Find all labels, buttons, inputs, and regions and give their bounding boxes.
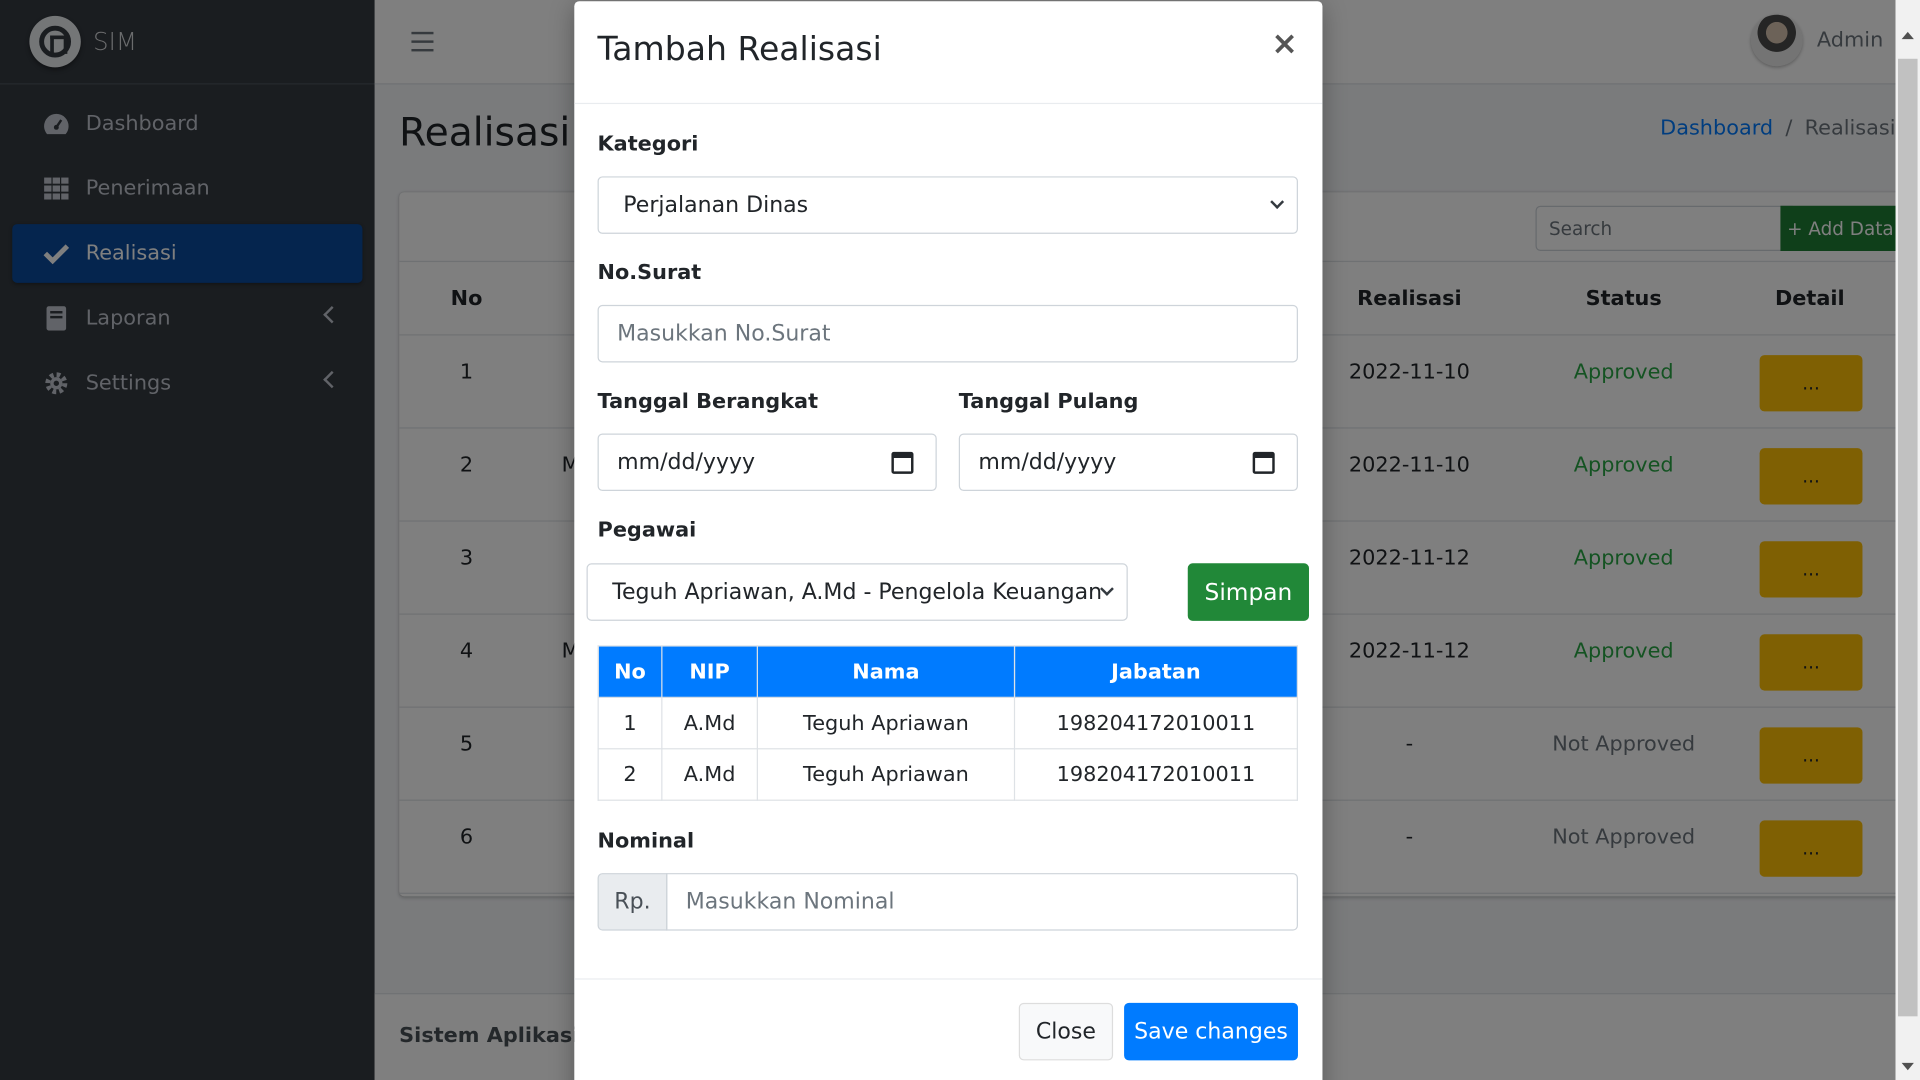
page-scrollbar[interactable]: [1895, 0, 1920, 1080]
table-cell: 1: [597, 696, 663, 750]
kategori-select[interactable]: Perjalanan Dinas: [597, 176, 1298, 234]
close-icon[interactable]: ×: [1271, 26, 1298, 63]
table-header-row: No NIP Nama Jabatan: [597, 645, 1298, 698]
pegawai-selected-value: Teguh Apriawan, A.Md - Pengelola Keuanga…: [612, 579, 1103, 605]
modal-header: Tambah Realisasi ×: [574, 1, 1323, 105]
table-cell: Teguh Apriawan: [756, 696, 1016, 750]
pegawai-table: No NIP Nama Jabatan 1 A.Md Teguh Apriawa…: [597, 645, 1298, 801]
simpan-button[interactable]: Simpan: [1187, 563, 1309, 621]
table-row: 1 A.Md Teguh Apriawan 198204172010011: [597, 696, 1298, 750]
table-cell: A.Md: [661, 748, 758, 801]
modal-footer-divider: [574, 978, 1323, 980]
pegawai-label: Pegawai: [597, 517, 697, 543]
scroll-down-arrow-icon[interactable]: [1901, 1062, 1914, 1071]
table-row: 2 A.Md Teguh Apriawan 198204172010011: [597, 748, 1298, 801]
tanggal-pulang-input[interactable]: mm/dd/yyyy: [958, 433, 1298, 492]
pegawai-select[interactable]: Teguh Apriawan, A.Md - Pengelola Keuanga…: [586, 563, 1128, 621]
table-cell: 198204172010011: [1013, 748, 1298, 801]
tambah-realisasi-modal: Tambah Realisasi × Kategori Perjalanan D…: [574, 1, 1323, 1080]
column-header: Nama: [756, 645, 1016, 698]
table-cell: Teguh Apriawan: [756, 748, 1016, 801]
no-surat-label: No.Surat: [597, 260, 702, 286]
calendar-icon[interactable]: [891, 451, 914, 474]
chevron-down-icon: [1100, 582, 1114, 596]
table-cell: 2: [597, 748, 663, 801]
column-header: NIP: [661, 645, 758, 698]
save-changes-button[interactable]: Save changes: [1124, 1002, 1298, 1061]
tanggal-berangkat-label: Tanggal Berangkat: [597, 389, 819, 414]
close-button[interactable]: Close: [1018, 1002, 1114, 1061]
tanggal-pulang-label: Tanggal Pulang: [958, 389, 1139, 414]
scroll-up-arrow-icon[interactable]: [1901, 31, 1914, 40]
date-placeholder: mm/dd/yyyy: [617, 449, 756, 476]
modal-title: Tambah Realisasi: [597, 30, 882, 69]
table-cell: 198204172010011: [1013, 696, 1298, 750]
date-placeholder: mm/dd/yyyy: [978, 449, 1117, 476]
nominal-prefix: Rp.: [597, 873, 668, 931]
column-header: No: [597, 645, 663, 698]
no-surat-input[interactable]: Masukkan No.Surat: [597, 304, 1298, 363]
column-header: Jabatan: [1013, 645, 1298, 698]
scroll-thumb[interactable]: [1897, 58, 1918, 1017]
calendar-icon[interactable]: [1252, 451, 1275, 474]
kategori-label: Kategori: [597, 132, 699, 157]
chevron-down-icon: [1270, 195, 1285, 209]
table-cell: A.Md: [661, 696, 758, 750]
nominal-label: Nominal: [597, 828, 695, 854]
tanggal-berangkat-input[interactable]: mm/dd/yyyy: [597, 433, 937, 492]
nominal-input[interactable]: Masukkan Nominal: [666, 873, 1298, 931]
kategori-selected-value: Perjalanan Dinas: [623, 192, 809, 218]
